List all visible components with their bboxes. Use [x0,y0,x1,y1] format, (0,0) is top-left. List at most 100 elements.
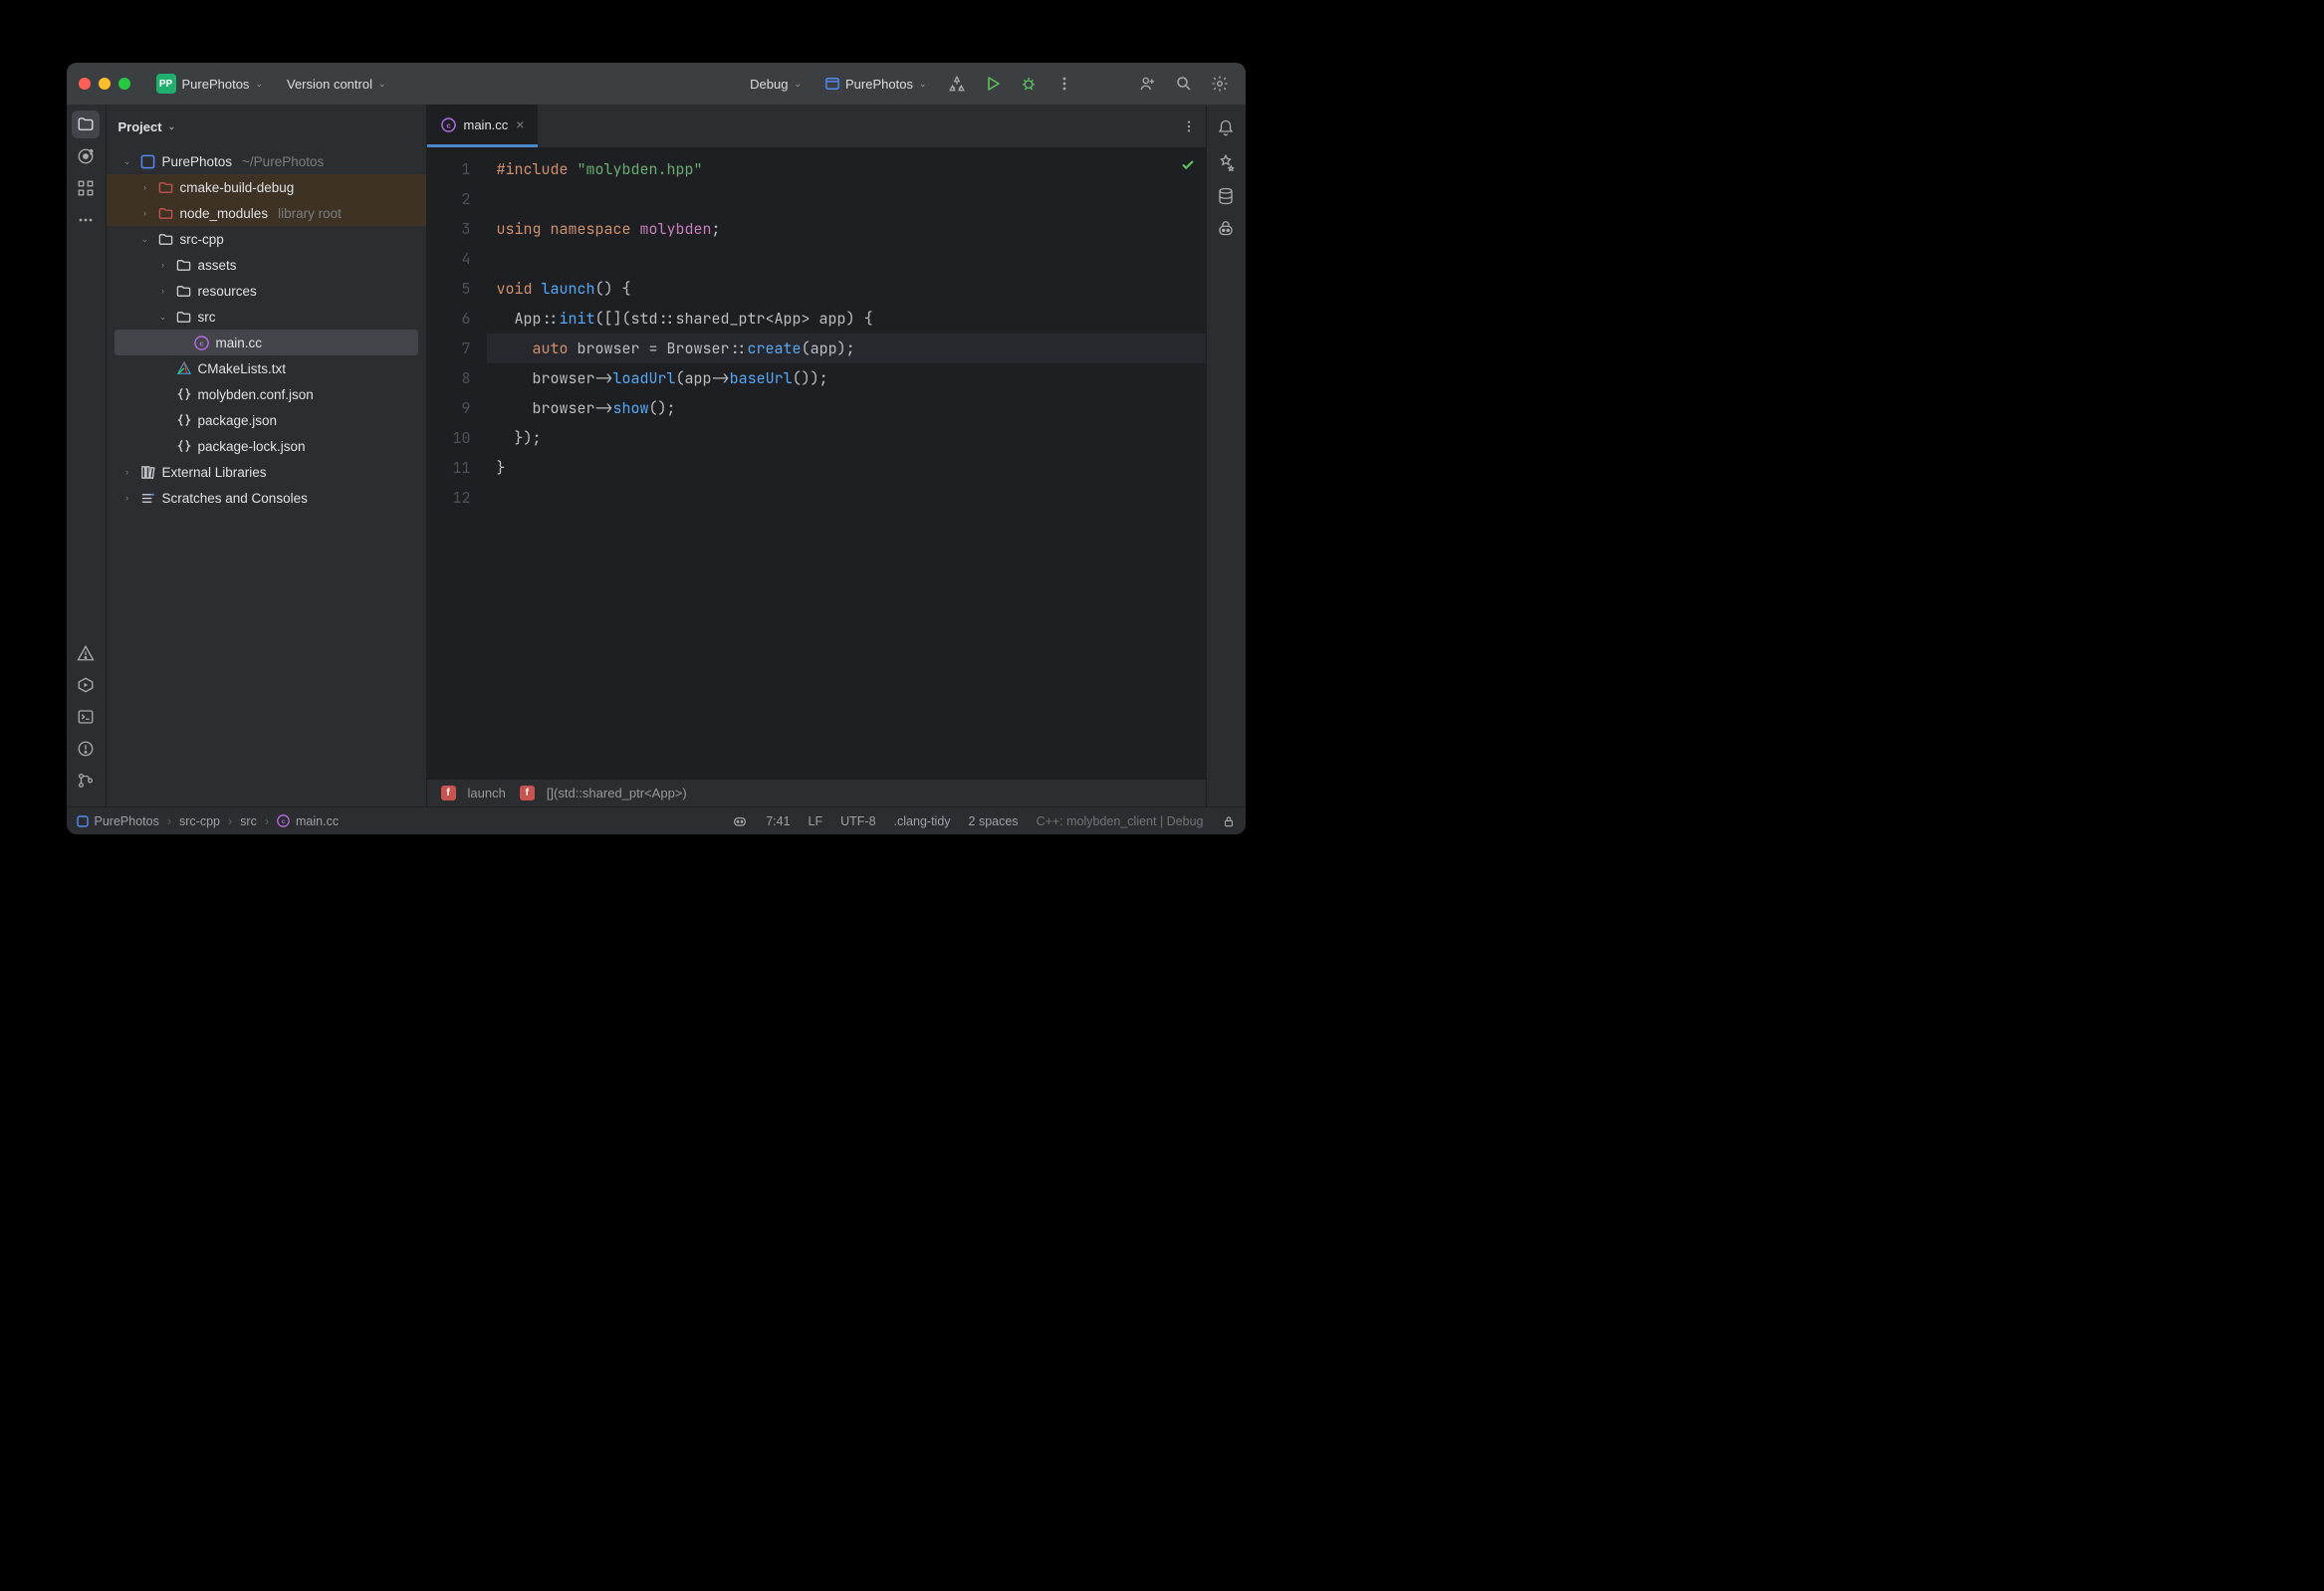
close-tab-button[interactable]: × [516,116,524,132]
editor-tabs-menu[interactable] [1172,105,1206,147]
project-tree[interactable]: ⌄PurePhotos~/PurePhotos›cmake-build-debu… [107,148,426,806]
more-actions-button[interactable] [1050,70,1078,98]
linter-status[interactable]: .clang-tidy [894,814,951,828]
code-line[interactable]: void launch() { [487,274,1206,304]
chevron-right-icon[interactable]: › [138,208,152,218]
problems-tool-button[interactable] [72,639,100,667]
build-button[interactable] [943,70,971,98]
folder-icon [176,309,192,325]
chevron-right-icon[interactable]: › [138,182,152,192]
nav-crumb[interactable]: src-cpp [179,814,220,828]
breadcrumb-item[interactable]: f launch [441,786,506,800]
run-button[interactable] [979,70,1007,98]
code-line[interactable]: App::init([](std::shared_ptr<App> app) { [487,304,1206,334]
ai-assistant-button[interactable] [1212,148,1240,176]
code-with-me-button[interactable] [1134,70,1162,98]
tree-folder[interactable]: ›node_moduleslibrary root [107,200,426,226]
project-badge-icon: PP [156,74,176,94]
code-line[interactable]: browser->loadUrl(app->baseUrl()); [487,363,1206,393]
settings-button[interactable] [1206,70,1234,98]
database-tool-button[interactable] [1212,182,1240,210]
terminal-tool-button[interactable] [72,703,100,731]
chevron-right-icon[interactable]: › [120,467,134,477]
tab-main-cc[interactable]: c main.cc × [427,105,539,147]
code-line[interactable]: browser->show(); [487,393,1206,423]
file-encoding[interactable]: UTF-8 [840,814,875,828]
cursor-position[interactable]: 7:41 [766,814,790,828]
tree-folder[interactable]: ›cmake-build-debug [107,174,426,200]
crumb-label: src [240,814,257,828]
tree-folder[interactable]: › Scratches and Consoles [107,485,426,511]
tree-folder[interactable]: ⌄src [107,304,426,330]
tree-folder[interactable]: ›resources [107,278,426,304]
code-line[interactable] [487,244,1206,274]
tree-file[interactable]: package-lock.json [107,433,426,459]
run-config-selector[interactable]: Debug ⌄ [742,73,810,96]
breadcrumb-item[interactable]: f [](std::shared_ptr<App>) [520,786,687,800]
debug-button[interactable] [1015,70,1043,98]
right-tool-stripe [1206,105,1246,806]
breadcrumb-label: launch [468,786,506,800]
nav-crumb[interactable]: c main.cc [277,814,339,828]
tree-file[interactable]: CMakeLists.txt [107,355,426,381]
code-line[interactable] [487,184,1206,214]
indent-status[interactable]: 2 spaces [969,814,1019,828]
tree-folder[interactable]: ›assets [107,252,426,278]
project-tool-button[interactable] [72,111,100,138]
project-name-label: PurePhotos [182,77,250,92]
minimize-window-button[interactable] [99,78,111,90]
code-line[interactable] [487,483,1206,513]
tree-item-label: node_modules [180,206,269,221]
more-tools-button[interactable] [72,206,100,234]
notifications-tool-button[interactable] [1212,114,1240,142]
chevron-right-icon: › [228,814,232,828]
code-line[interactable]: using namespace molybden; [487,214,1206,244]
tree-item-label: Scratches and Consoles [162,491,308,506]
chevron-right-icon[interactable]: › [156,260,170,270]
crumb-label: main.cc [296,814,339,828]
tree-file[interactable]: molybden.conf.json [107,381,426,407]
chevron-down-icon[interactable]: ⌄ [120,156,134,167]
run-target-selector[interactable]: PurePhotos ⌄ [817,73,934,96]
code-content[interactable]: #include "molybden.hpp" using namespace m… [487,148,1206,779]
git-tool-button[interactable] [72,767,100,795]
line-separator[interactable]: LF [809,814,823,828]
search-everywhere-button[interactable] [1170,70,1198,98]
copilot-status-icon[interactable] [732,813,748,829]
lock-icon[interactable] [1222,814,1236,828]
chevron-down-icon[interactable]: ⌄ [156,312,170,323]
services-tool-button[interactable] [72,671,100,699]
module-icon [140,153,156,169]
tree-item-label: src-cpp [180,232,224,247]
close-window-button[interactable] [79,78,91,90]
code-line[interactable]: }); [487,423,1206,453]
resolve-context[interactable]: C++: molybden_client | Debug [1037,814,1204,828]
tree-file[interactable]: cmain.cc [115,330,418,355]
chevron-right-icon: › [167,814,171,828]
maximize-window-button[interactable] [118,78,130,90]
project-selector[interactable]: PP PurePhotos ⌄ [148,70,271,98]
tree-folder[interactable]: ⌄ src-cpp [107,226,426,252]
code-editor[interactable]: 123456789101112 #include "molybden.hpp"u… [427,148,1206,779]
chevron-right-icon[interactable]: › [156,286,170,296]
tree-folder[interactable]: ›External Libraries [107,459,426,485]
chevron-right-icon[interactable]: › [120,493,134,503]
folder-icon [176,283,192,299]
code-line[interactable]: } [487,453,1206,483]
tree-item-label: package.json [198,413,278,428]
chevron-down-icon[interactable]: ⌄ [138,234,152,245]
project-view-header[interactable]: Project ⌄ [107,105,426,148]
code-line[interactable]: #include "molybden.hpp" [487,154,1206,184]
copilot-tool-button[interactable] [1212,216,1240,244]
todo-tool-button[interactable] [72,735,100,763]
tree-folder[interactable]: ⌄PurePhotos~/PurePhotos [107,148,426,174]
structure-tool-button[interactable] [72,174,100,202]
vcs-menu[interactable]: Version control ⌄ [279,73,394,96]
nav-crumb[interactable]: PurePhotos [77,814,159,828]
nav-crumb[interactable]: src [240,814,257,828]
crumb-label: PurePhotos [95,814,159,828]
tree-file[interactable]: package.json [107,407,426,433]
chevron-down-icon: ⌄ [794,79,802,90]
commit-tool-button[interactable]: ? [72,142,100,170]
code-line[interactable]: auto browser = Browser::create(app); [487,334,1206,363]
